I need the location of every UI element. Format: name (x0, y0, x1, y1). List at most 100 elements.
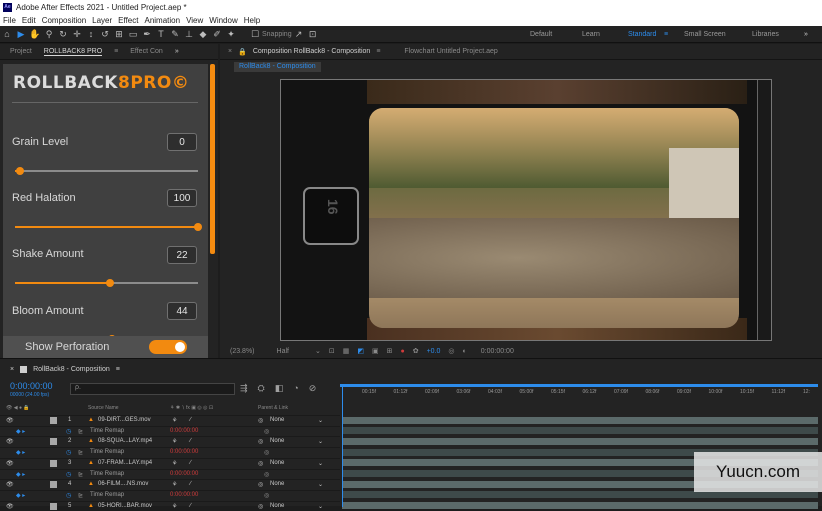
layer-name[interactable]: 07-FRAM...LAY.mp4 (98, 460, 152, 466)
pick-whip-icon[interactable]: ◎ (258, 438, 263, 445)
chevron-down-icon[interactable]: ⌄ (318, 438, 323, 445)
panel-overflow-icon[interactable]: » (175, 48, 179, 55)
quality-switch-icon[interactable]: ∕ (190, 460, 191, 466)
label-color-swatch[interactable] (50, 459, 57, 467)
label-color-swatch[interactable] (50, 417, 57, 424)
menu-view[interactable]: View (186, 16, 203, 25)
eraser-tool-icon[interactable]: ◆ (198, 29, 208, 39)
red-halation-slider[interactable] (15, 223, 202, 231)
fast-preview-icon[interactable]: ⊡ (329, 347, 335, 355)
comp-marker-icon[interactable]: ⇶ (240, 383, 248, 394)
rotate-tool-icon[interactable]: ↺ (100, 29, 110, 39)
time-remap-row[interactable]: ◆ ▸ ◷ ⊵ Time Remap 0:00:00:00 ◎ (0, 489, 340, 500)
close-tab-icon[interactable]: × (228, 48, 232, 55)
color-channel-icon[interactable]: ● (400, 348, 404, 355)
clone-stamp-tool-icon[interactable]: ⊥ (184, 29, 194, 39)
tab-rollback8-pro[interactable]: ROLLBACK8 PRO (43, 48, 103, 56)
graph-icon[interactable]: ⊵ (78, 428, 83, 435)
transparency-grid-icon[interactable]: ▦ (343, 347, 350, 355)
shake-amount-slider[interactable] (15, 279, 198, 287)
timeline-title[interactable]: RollBack8 - Composition (33, 366, 110, 373)
property-track[interactable] (342, 427, 818, 435)
parent-link-header[interactable]: Parent & Link (258, 405, 288, 411)
plugin-panel-scrollbar[interactable] (210, 64, 215, 254)
tab-project[interactable]: Project (10, 48, 32, 55)
property-track[interactable] (342, 491, 818, 499)
layer-row[interactable]: 👁 4 ▲ 06-FILM....NS.mov ⚘ ∕ ◎ None ⌄ (0, 479, 340, 489)
layer-duration-bar[interactable] (342, 437, 818, 445)
source-name-header[interactable]: Source Name (88, 405, 119, 411)
time-remap-value[interactable]: 0:00:00:00 (170, 449, 198, 455)
parent-dropdown[interactable]: None (270, 438, 284, 444)
pick-whip-icon[interactable]: ◎ (258, 460, 263, 467)
parent-dropdown[interactable]: None (270, 460, 284, 466)
show-snapshot-icon[interactable]: ◐ (463, 348, 467, 355)
visibility-eye-icon[interactable]: 👁 (6, 503, 14, 510)
parent-dropdown[interactable]: None (270, 417, 284, 423)
snapshot-icon[interactable]: ◎ (448, 347, 454, 355)
pan-tool-icon[interactable]: ✛ (72, 29, 82, 39)
pen-tool-icon[interactable]: ✒ (142, 29, 152, 39)
graph-icon[interactable]: ⊵ (78, 449, 83, 456)
work-area-bar[interactable] (340, 384, 818, 387)
red-halation-slider-handle[interactable] (194, 223, 202, 231)
shy-layers-icon[interactable]: ◧ (275, 383, 284, 394)
timeline-timecode[interactable]: 0:00:00:00 (10, 381, 53, 391)
rectangle-tool-icon[interactable]: ▭ (128, 29, 138, 39)
snap-option-icon[interactable]: ↗ (294, 29, 304, 39)
type-tool-icon[interactable]: T (156, 29, 166, 39)
snapping-checkbox-icon[interactable]: ☐ (250, 29, 260, 39)
lock-icon[interactable]: 🔒 (238, 48, 247, 56)
keyframe-nav-icon[interactable]: ◆ ▸ (16, 471, 25, 478)
menu-edit[interactable]: Edit (22, 16, 36, 25)
workspace-overflow-icon[interactable]: » (804, 31, 808, 38)
expression-pick-whip-icon[interactable]: ◎ (264, 492, 269, 499)
keyframe-nav-icon[interactable]: ◆ ▸ (16, 428, 25, 435)
shy-switch-icon[interactable]: ⚘ (172, 481, 177, 488)
workspace-standard[interactable]: Standard (628, 31, 656, 38)
mask-visibility-icon[interactable]: ◩ (357, 347, 364, 355)
layer-search-input[interactable]: ρ. (70, 383, 235, 395)
roto-brush-tool-icon[interactable]: ✐ (212, 29, 222, 39)
label-color-swatch[interactable] (50, 502, 57, 510)
magnification-dropdown[interactable]: (23.8%) (230, 348, 255, 355)
visibility-eye-icon[interactable]: 👁 (6, 417, 14, 424)
menu-file[interactable]: File (3, 16, 16, 25)
graph-icon[interactable]: ⊵ (78, 492, 83, 499)
stopwatch-icon[interactable]: ◷ (66, 449, 71, 456)
time-remap-row[interactable]: ◆ ▸ ◷ ⊵ Time Remap 0:00:00:00 ◎ (0, 468, 340, 479)
tab-effect-controls[interactable]: Effect Con (130, 48, 163, 55)
grain-level-field[interactable]: 0 (167, 133, 197, 151)
composition-panel-menu-icon[interactable]: ≡ (376, 48, 380, 55)
shy-switch-icon[interactable]: ⚘ (172, 460, 177, 467)
home-icon[interactable]: ⌂ (2, 29, 12, 39)
parent-dropdown[interactable]: None (270, 481, 284, 487)
expression-pick-whip-icon[interactable]: ◎ (264, 449, 269, 456)
menu-layer[interactable]: Layer (92, 16, 112, 25)
pick-whip-icon[interactable]: ◎ (258, 503, 263, 510)
time-remap-row[interactable]: ◆ ▸ ◷ ⊵ Time Remap 0:00:00:00 ◎ (0, 425, 340, 436)
layer-row[interactable]: 👁 2 ▲ 08-SQUA...LAY.mp4 ⚘ ∕ ◎ None ⌄ (0, 436, 340, 446)
menu-effect[interactable]: Effect (118, 16, 138, 25)
time-remap-row[interactable]: ◆ ▸ ◷ ⊵ Time Remap 0:00:00:00 ◎ (0, 447, 340, 457)
menu-composition[interactable]: Composition (42, 16, 86, 25)
stopwatch-icon[interactable]: ◷ (66, 492, 71, 499)
current-time-display[interactable]: 0:00:00:00 (481, 348, 514, 355)
region-of-interest-icon[interactable]: ▣ (372, 347, 379, 355)
expression-pick-whip-icon[interactable]: ◎ (264, 471, 269, 478)
time-remap-value[interactable]: 0:00:00:00 (170, 492, 198, 498)
chevron-down-icon[interactable]: ⌄ (318, 503, 323, 510)
show-perforation-toggle[interactable] (149, 340, 187, 354)
current-time-indicator[interactable] (342, 387, 343, 507)
selection-tool-icon[interactable]: ▶ (16, 29, 26, 39)
pan-behind-tool-icon[interactable]: ⊞ (114, 29, 124, 39)
label-color-swatch[interactable] (50, 481, 57, 489)
pick-whip-icon[interactable]: ◎ (258, 481, 263, 488)
grain-level-slider-handle[interactable] (16, 167, 25, 175)
shake-amount-slider-handle[interactable] (106, 279, 115, 287)
draft-3d-icon[interactable]: ⛭ (258, 383, 265, 394)
dolly-tool-icon[interactable]: ↕ (86, 29, 96, 39)
layer-row[interactable]: 👁 1 ▲ 09-DIRT...GES.mov ⚘ ∕ ◎ None ⌄ (0, 415, 340, 425)
chevron-down-icon[interactable]: ⌄ (318, 460, 323, 467)
time-ruler[interactable]: 00:15f 01:12f 02:09f 03:06f 04:03f 05:00f 05:1… (340, 384, 822, 403)
